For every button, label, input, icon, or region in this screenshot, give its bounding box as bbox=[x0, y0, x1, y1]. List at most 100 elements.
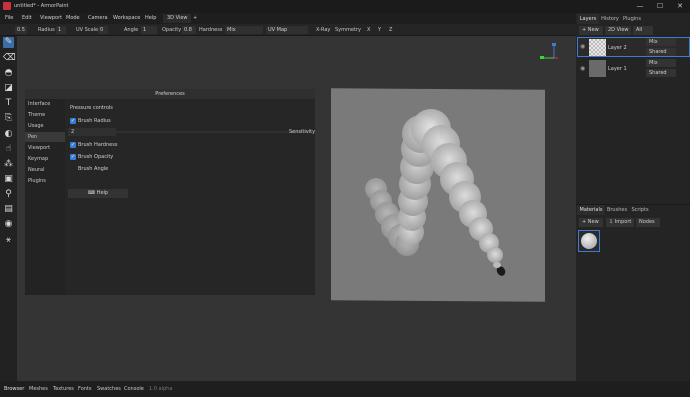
maximize-icon[interactable]: ☐ bbox=[653, 1, 667, 11]
layer-name: Layer 1 bbox=[608, 66, 627, 72]
menu-help[interactable]: Help bbox=[145, 15, 156, 21]
tab-console[interactable]: Console bbox=[124, 386, 144, 392]
bake-icon[interactable]: ▤ bbox=[3, 204, 14, 215]
new-layer-label: New bbox=[587, 27, 599, 33]
window-title: untitled* - ArmorPaint bbox=[14, 3, 69, 9]
view-select[interactable]: 2D View bbox=[605, 26, 631, 35]
material-slot[interactable] bbox=[578, 230, 600, 252]
tab-textures[interactable]: Textures bbox=[53, 386, 74, 392]
add-tab-button[interactable]: + bbox=[193, 15, 197, 21]
visibility-icon[interactable]: ◉ bbox=[580, 65, 585, 72]
menu-workspace[interactable]: Workspace bbox=[113, 15, 140, 21]
symmetry-label: Symmetry bbox=[335, 27, 361, 33]
sensitivity-label: Sensitivity bbox=[289, 129, 316, 135]
opacity-field[interactable]: 0.8 bbox=[182, 26, 196, 34]
pref-nav-usage[interactable]: Usage bbox=[25, 121, 65, 131]
layer-thumbnail bbox=[589, 39, 606, 56]
brush-radius-label: Brush Radius bbox=[78, 118, 111, 124]
uvscale-field[interactable]: 0 bbox=[98, 26, 108, 34]
tab-browser[interactable]: Browser bbox=[4, 386, 24, 392]
symmetry-z-toggle[interactable]: Z bbox=[389, 27, 392, 33]
tab-history[interactable]: History bbox=[599, 14, 621, 24]
angle-field[interactable]: 1 bbox=[141, 26, 157, 34]
pref-nav-theme[interactable]: Theme bbox=[25, 110, 65, 120]
layer-thumbnail bbox=[589, 60, 606, 77]
help-button[interactable]: ⌨ Help bbox=[68, 189, 128, 198]
symmetry-y-toggle[interactable]: Y bbox=[378, 27, 381, 33]
help-icon: ⌨ bbox=[87, 190, 97, 196]
smudge-icon[interactable]: ☝ bbox=[3, 144, 14, 155]
fill-icon[interactable]: ◓ bbox=[3, 68, 14, 79]
pref-nav-plugins[interactable]: Plugins bbox=[25, 176, 65, 186]
nodes-button[interactable]: Nodes bbox=[636, 218, 660, 227]
menu-viewport[interactable]: Viewport bbox=[40, 15, 62, 21]
sensitivity-field[interactable] bbox=[68, 128, 116, 136]
new-material-button[interactable]: + New bbox=[579, 218, 603, 227]
menu-file[interactable]: File bbox=[5, 15, 13, 21]
sensitivity-slider[interactable] bbox=[116, 131, 311, 133]
angle-label: Angle bbox=[124, 27, 139, 33]
gizmo-icon[interactable]: ⚹ bbox=[3, 235, 14, 246]
hardness-label: Hardness bbox=[199, 27, 223, 33]
preferences-title[interactable]: Preferences bbox=[25, 89, 315, 99]
blur-icon[interactable]: ◐ bbox=[3, 129, 14, 140]
blend-mode-select[interactable]: Mix bbox=[225, 26, 263, 34]
sensitivity-value: 2 bbox=[71, 129, 75, 135]
brush-opacity-checkbox[interactable]: ✓ bbox=[70, 154, 76, 160]
size-field[interactable]: 0.5 bbox=[15, 26, 27, 34]
decal-icon[interactable]: ◪ bbox=[3, 83, 14, 94]
version-label: 1.0 alpha bbox=[149, 386, 173, 392]
pref-nav-interface[interactable]: Interface bbox=[25, 99, 65, 109]
menu-camera[interactable]: Camera bbox=[88, 15, 108, 21]
layer-mode-select[interactable]: Shared bbox=[646, 48, 676, 56]
pref-nav-pen[interactable]: Pen bbox=[25, 132, 65, 142]
text-icon[interactable]: T bbox=[3, 98, 14, 109]
app-logo-icon bbox=[3, 2, 11, 10]
filter-select[interactable]: All bbox=[633, 26, 653, 35]
uvmap-select[interactable]: UV Map bbox=[266, 26, 308, 34]
material-preview bbox=[581, 233, 597, 249]
material-icon[interactable]: ◉ bbox=[3, 219, 14, 230]
new-material-label: New bbox=[587, 219, 599, 225]
menu-mode[interactable]: Mode bbox=[66, 15, 80, 21]
menu-edit[interactable]: Edit bbox=[22, 15, 32, 21]
axis-gizmo-icon[interactable] bbox=[538, 40, 560, 64]
pref-nav-viewport[interactable]: Viewport bbox=[25, 143, 65, 153]
tab-plugins[interactable]: Plugins bbox=[621, 14, 643, 24]
particle-icon[interactable]: ⁂ bbox=[3, 159, 14, 170]
xray-toggle[interactable]: X-Ray bbox=[316, 27, 330, 33]
brush-icon[interactable]: ✎ bbox=[3, 37, 14, 48]
pref-nav-neural[interactable]: Neural bbox=[25, 165, 65, 175]
import-material-button[interactable]: ⇩ Import bbox=[606, 218, 634, 227]
help-button-label: Help bbox=[96, 190, 109, 196]
symmetry-x-toggle[interactable]: X bbox=[367, 27, 370, 33]
layer-mode-select[interactable]: Shared bbox=[646, 69, 676, 77]
radius-field[interactable]: 1 bbox=[56, 26, 66, 34]
tab-materials[interactable]: Materials bbox=[577, 205, 605, 215]
clone-icon[interactable]: ⎘ bbox=[3, 113, 14, 124]
tab-brushes[interactable]: Brushes bbox=[605, 205, 629, 215]
tab-swatches[interactable]: Swatches bbox=[97, 386, 121, 392]
tab-fonts[interactable]: Fonts bbox=[78, 386, 92, 392]
layer-blend-select[interactable]: Mix bbox=[646, 38, 676, 46]
pressure-controls-heading: Pressure controls bbox=[70, 105, 113, 111]
tab-layers[interactable]: Layers bbox=[577, 14, 599, 24]
title-bar bbox=[0, 0, 690, 13]
tab-scripts[interactable]: Scripts bbox=[629, 205, 651, 215]
brush-hardness-label: Brush Hardness bbox=[78, 142, 118, 148]
minimize-icon[interactable]: — bbox=[633, 1, 647, 11]
brush-opacity-label: Brush Opacity bbox=[78, 154, 114, 160]
layer-blend-select[interactable]: Mix bbox=[646, 59, 676, 67]
brush-hardness-checkbox[interactable]: ✓ bbox=[70, 142, 76, 148]
new-layer-button[interactable]: + New bbox=[579, 26, 603, 35]
eraser-icon[interactable]: ⌫ bbox=[3, 53, 16, 64]
picker-icon[interactable]: ⚲ bbox=[3, 189, 14, 200]
pref-nav-keymap[interactable]: Keymap bbox=[25, 154, 65, 164]
close-icon[interactable]: ✕ bbox=[673, 1, 687, 11]
brush-radius-checkbox[interactable]: ✓ bbox=[70, 118, 76, 124]
uvscale-label: UV Scale bbox=[76, 27, 99, 33]
visibility-icon[interactable]: ◉ bbox=[580, 43, 585, 50]
tab-meshes[interactable]: Meshes bbox=[29, 386, 48, 392]
brush-angle-label[interactable]: Brush Angle bbox=[78, 166, 108, 172]
colorid-icon[interactable]: ▣ bbox=[3, 174, 14, 185]
